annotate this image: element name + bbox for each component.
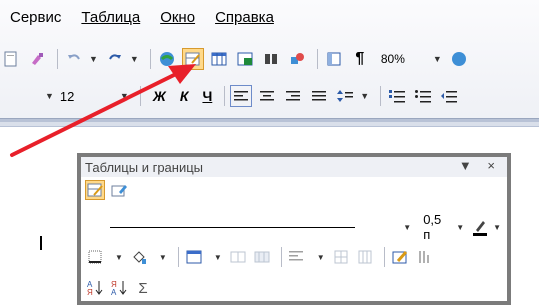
svg-text:Я: Я: [87, 288, 93, 297]
decrease-indent-icon[interactable]: [438, 85, 460, 107]
align-right-icon[interactable]: [282, 85, 304, 107]
panel-separator: [280, 247, 282, 267]
panel-title: Таблицы и границы: [85, 159, 204, 175]
autoformat-icon[interactable]: [390, 247, 410, 267]
shading-icon[interactable]: [129, 247, 149, 267]
eraser-icon[interactable]: [109, 180, 129, 200]
align-cell-dropdown-icon[interactable]: ▼: [317, 253, 325, 262]
split-cells-icon[interactable]: [252, 247, 272, 267]
borders-icon[interactable]: [85, 247, 105, 267]
menu-service[interactable]: Сервис: [10, 9, 61, 26]
zoom-dropdown-icon[interactable]: ▼: [433, 54, 442, 64]
panel-controls[interactable]: ▼ ×: [459, 158, 501, 173]
drawing-icon[interactable]: [286, 48, 308, 70]
line-width-select[interactable]: 0,5 п: [423, 212, 450, 242]
panel-row-draw: [81, 179, 133, 201]
border-color-icon[interactable]: [470, 217, 489, 237]
sort-descending-icon[interactable]: ЯА: [109, 278, 129, 298]
align-cell-icon[interactable]: [287, 247, 307, 267]
panel-row-lines: ▼ 0,5 п ▼ ▼: [81, 212, 507, 242]
panel-separator: [177, 247, 179, 267]
autosum-icon[interactable]: Σ: [133, 278, 153, 298]
text-cursor: [40, 236, 42, 250]
paragraph-marks-icon[interactable]: ¶: [349, 48, 371, 70]
panel-row-format: ▼ ▼ ▼ ▼: [81, 246, 438, 268]
border-color-dropdown-icon[interactable]: ▼: [493, 223, 501, 232]
line-spacing-icon[interactable]: [334, 85, 356, 107]
bullets-icon[interactable]: [412, 85, 434, 107]
panel-row-sort: АЯ ЯА Σ: [81, 277, 157, 299]
menu-window[interactable]: Окно: [160, 9, 195, 26]
borders-dropdown-icon[interactable]: ▼: [115, 253, 123, 262]
panel-separator: [383, 247, 385, 267]
text-direction-icon[interactable]: [414, 247, 434, 267]
distribute-rows-icon[interactable]: [331, 247, 351, 267]
sort-ascending-icon[interactable]: АЯ: [85, 278, 105, 298]
columns-icon[interactable]: [260, 48, 282, 70]
shading-dropdown-icon[interactable]: ▼: [159, 253, 167, 262]
menu-help[interactable]: Справка: [215, 9, 274, 26]
draw-table-icon[interactable]: [85, 180, 105, 200]
svg-text:А: А: [111, 288, 117, 297]
distribute-columns-icon[interactable]: [355, 247, 375, 267]
toolbar-separator: [380, 86, 382, 106]
zoom-select[interactable]: 80%: [375, 49, 433, 69]
menu-table[interactable]: Таблица: [81, 9, 140, 26]
document-map-icon[interactable]: [323, 48, 345, 70]
insert-table-panel-icon[interactable]: [184, 247, 204, 267]
help-icon[interactable]: [448, 48, 470, 70]
line-style-select[interactable]: [110, 226, 356, 228]
line-spacing-dropdown-icon[interactable]: ▼: [360, 91, 369, 101]
merge-cells-icon[interactable]: [228, 247, 248, 267]
numbering-icon[interactable]: [386, 85, 408, 107]
line-style-dropdown-icon[interactable]: ▼: [403, 223, 411, 232]
menu-bar: Сервис Таблица Окно Справка: [0, 0, 539, 34]
justify-icon[interactable]: [308, 85, 330, 107]
red-arrow-annotation: [10, 64, 196, 157]
insert-table-dropdown-icon[interactable]: ▼: [214, 253, 222, 262]
tables-and-borders-panel: Таблицы и границы ▼ × ▼ 0,5 п ▼ ▼ ▼ ▼ ▼ …: [77, 153, 511, 305]
toolbar-separator: [316, 49, 318, 69]
panel-title-bar[interactable]: Таблицы и границы ▼ ×: [81, 157, 507, 177]
line-width-dropdown-icon[interactable]: ▼: [456, 223, 464, 232]
